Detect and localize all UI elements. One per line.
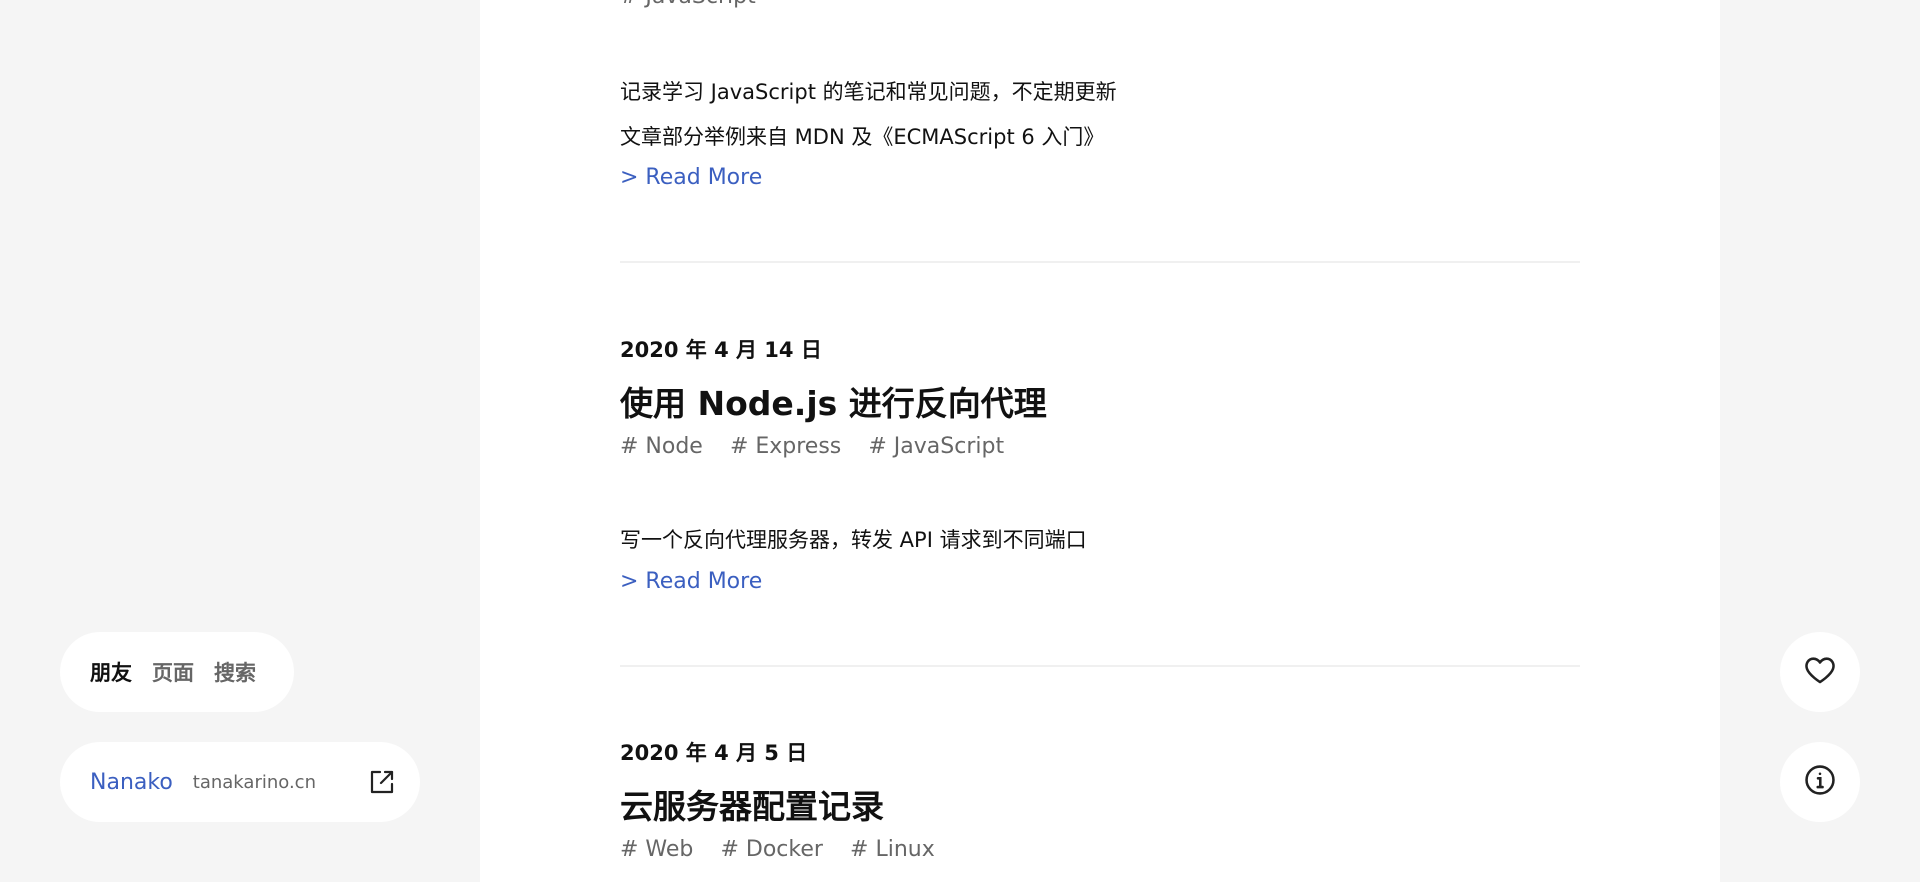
info-icon [1803,763,1837,801]
tag-link[interactable]: # JavaScript [620,0,756,9]
post-list: # JavaScript 记录学习 JavaScript 的笔记和常见问题，不定… [480,0,1720,882]
post-tags: # JavaScript [620,0,778,9]
tag-link[interactable]: # Linux [850,837,935,862]
nav-item-friends[interactable]: 朋友 [90,657,132,687]
post-tags: # Node # Express # JavaScript [620,434,1026,459]
post-title[interactable]: 使用 Node.js 进行反向代理 [620,377,1047,425]
post-tags: # Web # Docker # Linux [620,837,957,862]
tag-link[interactable]: # Express [730,434,841,459]
post-divider [620,665,1580,667]
post-title[interactable]: 云服务器配置记录 [620,780,884,828]
read-more-link[interactable]: > Read More [620,569,762,594]
heart-icon [1803,653,1837,691]
friend-url: tanakarino.cn [192,771,316,793]
post-divider [620,261,1580,263]
post-excerpt-line: 写一个反向代理服务器，转发 API 请求到不同端口 [620,528,1087,552]
like-button[interactable] [1780,632,1860,712]
post-date: 2020 年 4 月 14 日 [620,338,822,362]
read-more-link[interactable]: > Read More [620,165,762,190]
tag-link[interactable]: # Docker [720,837,822,862]
tag-link[interactable]: # Node [620,434,703,459]
friend-name[interactable]: Nanako [90,770,173,795]
widget-nav: 朋友 页面 搜索 [60,632,294,712]
page: # JavaScript 记录学习 JavaScript 的笔记和常见问题，不定… [0,0,1920,882]
info-button[interactable] [1780,742,1860,822]
external-link-icon[interactable] [368,768,396,796]
post-date: 2020 年 4 月 5 日 [620,741,808,765]
friend-link-card: Nanako tanakarino.cn [60,742,420,822]
nav-item-pages[interactable]: 页面 [152,657,194,687]
tag-link[interactable]: # JavaScript [868,434,1004,459]
tag-link[interactable]: # Web [620,837,693,862]
post-excerpt-line: 记录学习 JavaScript 的笔记和常见问题，不定期更新 [620,80,1117,104]
post-excerpt-line: 文章部分举例来自 MDN 及《ECMAScript 6 入门》 [620,125,1105,149]
nav-item-search[interactable]: 搜索 [214,657,256,687]
